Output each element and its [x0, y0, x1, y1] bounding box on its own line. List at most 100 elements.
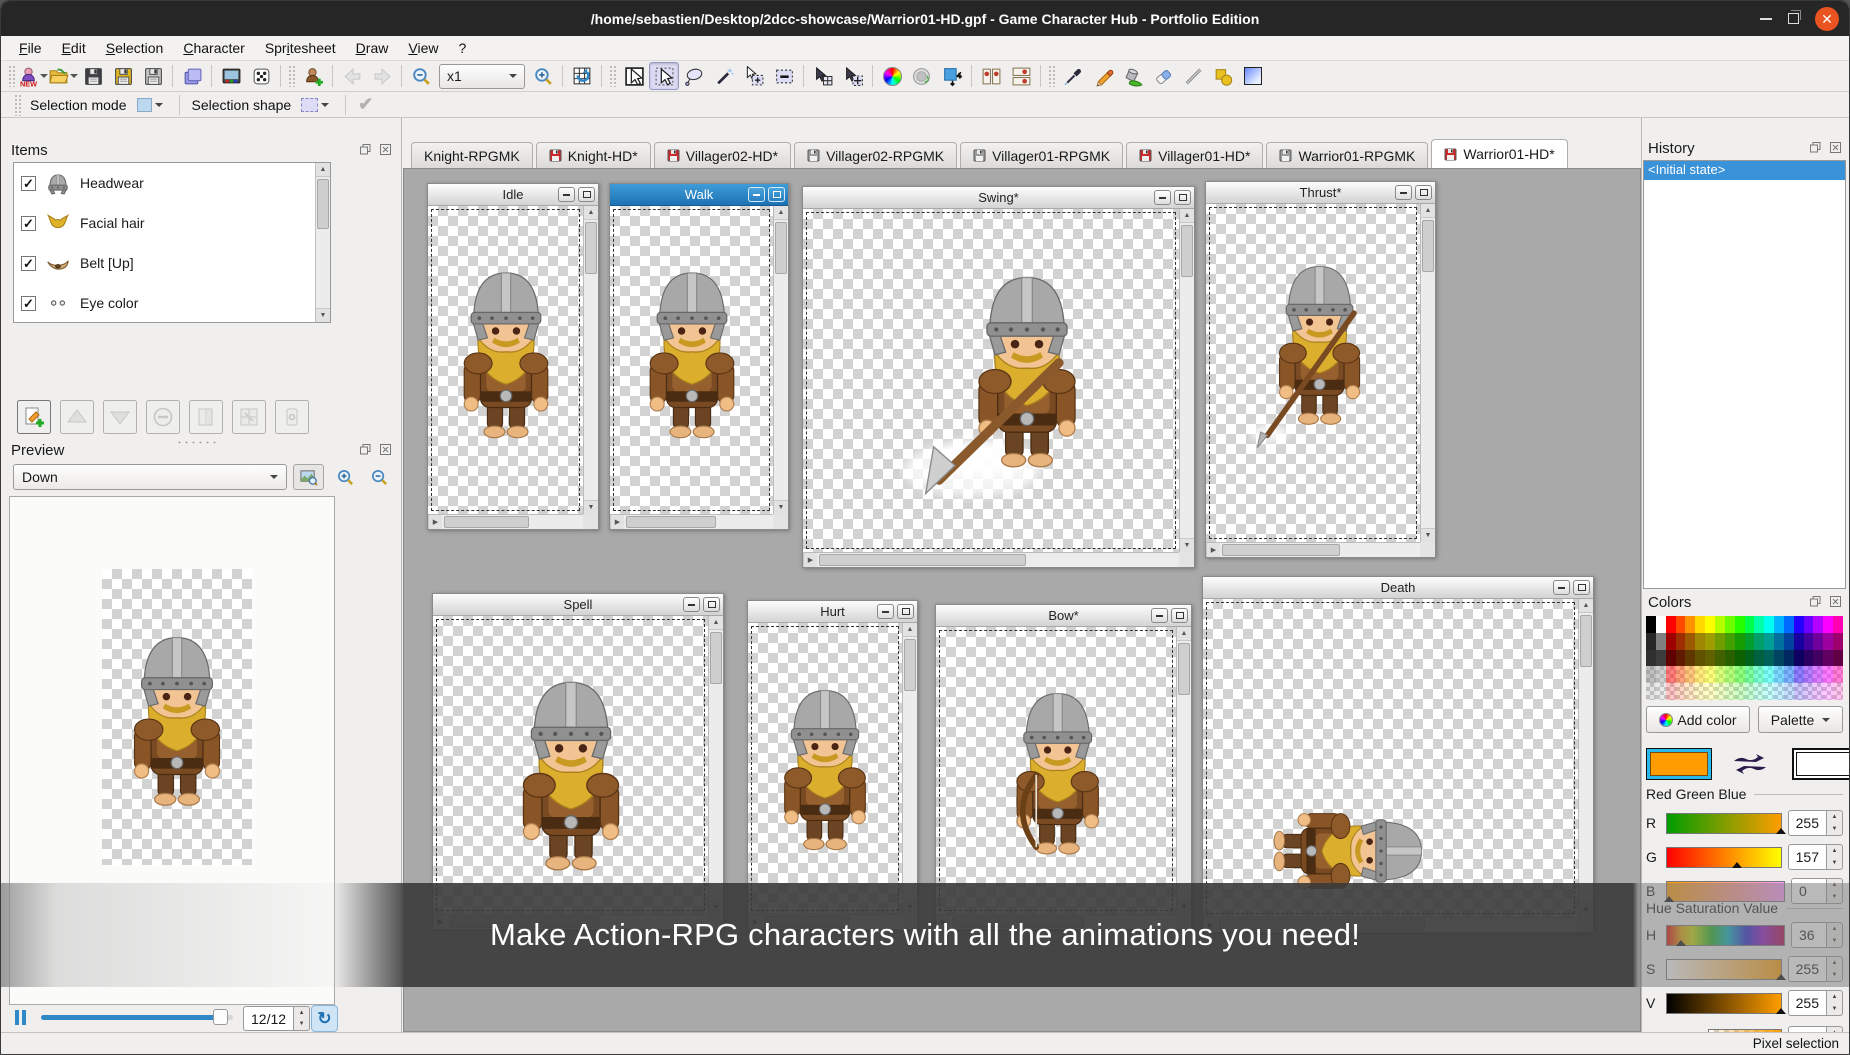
minimize-button[interactable] — [877, 604, 894, 619]
palette-color[interactable] — [1754, 650, 1764, 667]
animation-canvas[interactable] — [610, 206, 773, 514]
menu-spritesheet[interactable]: Spritesheet — [255, 38, 346, 58]
palette-color[interactable] — [1823, 633, 1833, 650]
item-checkbox[interactable]: ✓ — [21, 176, 36, 191]
close-panel-button[interactable] — [1827, 594, 1843, 609]
spin-arrows[interactable]: ▲▼ — [1827, 844, 1843, 870]
maximize-button[interactable] — [897, 604, 914, 619]
gradient-tool-button[interactable] — [1238, 62, 1268, 90]
mdi-window-titlebar[interactable]: Hurt — [748, 601, 917, 623]
scrollbar-thumb[interactable] — [775, 222, 787, 274]
mdi-window-bow[interactable]: Bow*▲▼◀▶ — [935, 604, 1192, 930]
history-entry[interactable]: <Initial state> — [1644, 161, 1845, 180]
menu-file[interactable]: File — [9, 38, 52, 58]
merge-frames-button[interactable] — [232, 400, 266, 434]
palette-color[interactable] — [1735, 650, 1745, 667]
items-scrollbar[interactable]: ▲ ▼ — [315, 163, 330, 322]
palette-color[interactable] — [1784, 616, 1794, 633]
vertical-scrollbar[interactable]: ▲▼ — [1420, 204, 1435, 542]
lasso-select-button[interactable] — [679, 62, 709, 90]
tab-villager02-hd[interactable]: Villager02-HD* — [654, 142, 791, 168]
spin-down-icon[interactable]: ▼ — [1827, 823, 1842, 835]
float-panel-button[interactable] — [1807, 140, 1823, 155]
slider-marker[interactable] — [1776, 1003, 1786, 1014]
vertical-scrollbar[interactable]: ▲▼ — [773, 206, 788, 514]
palette-color[interactable] — [1784, 633, 1794, 650]
restore-window-button[interactable] — [1788, 13, 1799, 24]
palette-color[interactable] — [1804, 683, 1814, 700]
color-wheel-button[interactable] — [877, 62, 907, 90]
mdi-window-spell[interactable]: Spell▲▼◀▶ — [432, 593, 724, 930]
eyedropper-button[interactable] — [1058, 62, 1088, 90]
item-row-eye-color[interactable]: ✓Eye color — [14, 283, 330, 323]
palette-color[interactable] — [1804, 650, 1814, 667]
palette-color[interactable] — [1813, 666, 1823, 683]
scrollbar-thumb[interactable] — [585, 222, 597, 274]
scroll-up-icon[interactable]: ▲ — [1180, 209, 1194, 223]
palette-color[interactable] — [1715, 650, 1725, 667]
palette-dropdown-button[interactable]: Palette — [1758, 706, 1843, 733]
vertical-scrollbar[interactable]: ▲▼ — [1578, 599, 1593, 917]
minimize-button[interactable] — [748, 187, 765, 202]
mdi-window-titlebar[interactable]: Idle — [428, 184, 598, 206]
new-character-button[interactable]: NEW — [18, 62, 48, 90]
frames-duplicate-button[interactable] — [976, 62, 1006, 90]
palette-color[interactable] — [1754, 616, 1764, 633]
palette-color[interactable] — [1676, 616, 1686, 633]
duplicate-item-button[interactable] — [189, 400, 223, 434]
slider-marker[interactable] — [1732, 857, 1742, 868]
g-spinbox[interactable]: 157▲▼ — [1788, 844, 1843, 870]
direction-select[interactable]: Down — [13, 464, 287, 490]
frame-spinbox[interactable]: 12/12 ▲▼ — [243, 1006, 310, 1031]
menu-selection[interactable]: Selection — [96, 38, 174, 58]
add-item-button[interactable] — [17, 400, 51, 434]
tab-villager02-rpgmk[interactable]: Villager02-RPGMK — [794, 142, 957, 168]
scroll-right-icon[interactable]: ▶ — [610, 515, 624, 529]
palette-color[interactable] — [1794, 633, 1804, 650]
v-slider[interactable] — [1666, 993, 1782, 1014]
scrollbar-thumb[interactable] — [904, 639, 916, 691]
pause-button[interactable] — [15, 1010, 26, 1025]
palette-color[interactable] — [1833, 650, 1843, 667]
palette-color[interactable] — [1735, 666, 1745, 683]
move-up-button[interactable] — [60, 400, 94, 434]
zoom-in-button[interactable] — [528, 62, 558, 90]
frames-merge-button[interactable] — [1006, 62, 1036, 90]
mdi-window-swing[interactable]: Swing*▲▼◀▶ — [802, 186, 1195, 568]
tab-warrior01-rpgmk[interactable]: Warrior01-RPGMK — [1266, 142, 1428, 168]
animation-canvas[interactable] — [1203, 599, 1578, 917]
horizontal-scrollbar[interactable]: ◀▶ — [1206, 542, 1420, 557]
palette-color[interactable] — [1784, 683, 1794, 700]
close-panel-button[interactable] — [377, 442, 393, 457]
palette-color[interactable] — [1646, 666, 1656, 683]
scrollbar-thumb[interactable] — [317, 179, 329, 229]
palette-color[interactable] — [1745, 650, 1755, 667]
eraser-button[interactable] — [1148, 62, 1178, 90]
import-image-button[interactable] — [216, 62, 246, 90]
magic-wand-button[interactable] — [709, 62, 739, 90]
move-down-button[interactable] — [103, 400, 137, 434]
palette-color[interactable] — [1685, 650, 1695, 667]
scroll-down-icon[interactable]: ▼ — [774, 500, 788, 514]
palette-color[interactable] — [1823, 650, 1833, 667]
apply-selection-icon[interactable]: ✔ — [358, 94, 373, 115]
palette-color[interactable] — [1794, 616, 1804, 633]
secondary-color-swatch[interactable] — [1792, 748, 1850, 780]
palette-color[interactable] — [1725, 650, 1735, 667]
maximize-button[interactable] — [1415, 185, 1432, 200]
palette-color[interactable] — [1774, 616, 1784, 633]
scrollbar-thumb[interactable] — [1580, 615, 1592, 667]
maximize-button[interactable] — [1174, 190, 1191, 205]
palette-color[interactable] — [1754, 666, 1764, 683]
mdi-window-thrust[interactable]: Thrust*▲▼◀▶ — [1205, 181, 1436, 558]
palette-color[interactable] — [1666, 633, 1676, 650]
minimize-button[interactable] — [683, 597, 700, 612]
dice-random-button[interactable] — [246, 62, 276, 90]
tab-villager01-rpgmk[interactable]: Villager01-RPGMK — [960, 142, 1123, 168]
item-row-headwear[interactable]: ✓Headwear — [14, 163, 330, 203]
scroll-down-icon[interactable]: ▼ — [1180, 538, 1194, 552]
palette-color[interactable] — [1813, 616, 1823, 633]
palette-color[interactable] — [1666, 683, 1676, 700]
open-file-button[interactable] — [48, 62, 78, 90]
palette-color[interactable] — [1804, 616, 1814, 633]
